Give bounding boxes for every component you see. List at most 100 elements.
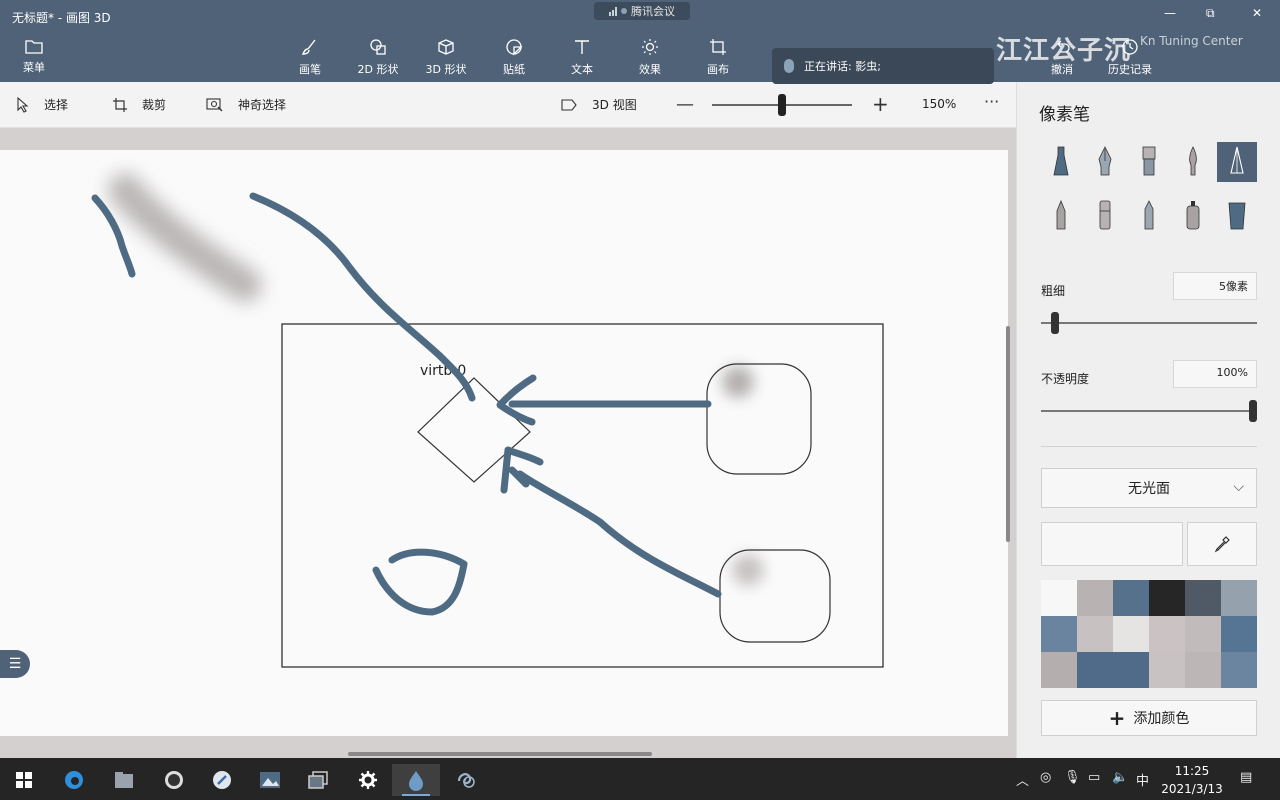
- tray-mic-icon[interactable]: 🎙: [1064, 770, 1081, 785]
- magic-select-button[interactable]: 神奇选择: [206, 96, 286, 113]
- 3d-view-button[interactable]: 3D 视图: [560, 96, 637, 113]
- arrow-shaft: [516, 470, 722, 598]
- taskbar-photos[interactable]: [246, 764, 294, 796]
- palette-swatch[interactable]: [1113, 652, 1149, 688]
- status-dot-icon: [621, 8, 627, 14]
- meeting-indicator[interactable]: 腾讯会议: [594, 2, 690, 20]
- close-icon[interactable]: ✕: [1252, 6, 1262, 20]
- palette-swatch[interactable]: [1077, 652, 1113, 688]
- more-options-button[interactable]: ···: [984, 92, 999, 111]
- paint3d-icon: [409, 771, 423, 791]
- calligraphy-pen-brush[interactable]: [1085, 142, 1125, 182]
- canvas-icon: [710, 39, 726, 55]
- crop-icon: [113, 97, 127, 112]
- start-button[interactable]: [0, 764, 48, 796]
- palette-swatch[interactable]: [1149, 652, 1185, 688]
- oil-brush[interactable]: [1129, 142, 1169, 182]
- opacity-slider[interactable]: [1041, 410, 1257, 412]
- workspace: virtb-0: [0, 128, 1016, 758]
- current-color-swatch[interactable]: [1041, 522, 1183, 566]
- canvas-tool[interactable]: 画布: [689, 38, 747, 77]
- taskbar-obs[interactable]: [150, 764, 198, 796]
- spray-can-brush[interactable]: [1173, 196, 1213, 236]
- eraser-brush[interactable]: [1085, 196, 1125, 236]
- palette-swatch[interactable]: [1221, 616, 1257, 652]
- eyedropper-icon: [1214, 536, 1230, 553]
- eraser-icon: [1099, 200, 1111, 230]
- network-icon[interactable]: ▭: [1088, 770, 1100, 785]
- palette-swatch[interactable]: [1149, 580, 1185, 616]
- text-tool[interactable]: 文本: [553, 38, 611, 77]
- vertical-scrollbar[interactable]: [1006, 326, 1010, 542]
- palette-swatch[interactable]: [1221, 652, 1257, 688]
- 2d-shapes-tool[interactable]: 2D 形状: [349, 38, 407, 77]
- watercolor-icon: [1189, 146, 1197, 176]
- 3d-shapes-tool[interactable]: 3D 形状: [417, 38, 475, 77]
- palette-swatch[interactable]: [1077, 580, 1113, 616]
- crop-button[interactable]: 裁剪: [112, 96, 166, 113]
- marker-brush[interactable]: [1041, 142, 1081, 182]
- tray-meeting-icon[interactable]: ◎: [1040, 770, 1051, 785]
- opacity-slider-thumb[interactable]: [1249, 400, 1257, 422]
- volume-icon[interactable]: 🔈: [1112, 770, 1128, 785]
- clock-date[interactable]: 2021/3/13: [1160, 782, 1224, 796]
- palette-swatch[interactable]: [1077, 616, 1113, 652]
- taskbar-settings[interactable]: [344, 764, 392, 796]
- menu-button[interactable]: 菜单: [12, 38, 56, 75]
- taskbar-files[interactable]: [100, 764, 148, 796]
- zoom-in-button[interactable]: +: [872, 92, 889, 116]
- notification-icon[interactable]: ▤: [1240, 770, 1252, 785]
- minimize-icon[interactable]: —: [1164, 6, 1176, 20]
- add-color-button[interactable]: + 添加颜色: [1041, 700, 1257, 736]
- drawing-canvas[interactable]: virtb-0: [0, 150, 1008, 736]
- color-palette: [1041, 580, 1257, 688]
- pixel-pen-brush[interactable]: [1217, 142, 1257, 182]
- taskbar-tencent-meeting[interactable]: [442, 764, 490, 796]
- palette-swatch[interactable]: [1113, 580, 1149, 616]
- zoom-level: 150%: [922, 97, 957, 111]
- clock-time[interactable]: 11:25: [1170, 764, 1214, 778]
- taskbar-paint3d[interactable]: [392, 764, 440, 796]
- opacity-input[interactable]: 100%: [1173, 360, 1257, 388]
- zoom-out-button[interactable]: —: [676, 94, 694, 115]
- horizontal-scrollbar[interactable]: [348, 752, 652, 756]
- palette-swatch[interactable]: [1185, 652, 1221, 688]
- select-button[interactable]: 选择: [16, 96, 68, 113]
- palette-swatch[interactable]: [1041, 580, 1077, 616]
- crayon-brush[interactable]: [1129, 196, 1169, 236]
- palette-swatch[interactable]: [1149, 616, 1185, 652]
- zoom-slider-thumb[interactable]: [778, 94, 786, 116]
- effects-tool[interactable]: 效果: [621, 38, 679, 77]
- palette-swatch[interactable]: [1221, 580, 1257, 616]
- palette-swatch[interactable]: [1041, 652, 1077, 688]
- taskbar-window-switcher[interactable]: [294, 764, 342, 796]
- brushes-tool[interactable]: 画笔: [281, 38, 339, 77]
- collapse-panel-button[interactable]: ☰: [0, 650, 30, 678]
- thickness-input[interactable]: 5像素: [1173, 272, 1257, 300]
- palette-swatch[interactable]: [1185, 580, 1221, 616]
- watercolor-brush[interactable]: [1173, 142, 1213, 182]
- thickness-slider[interactable]: [1041, 322, 1257, 324]
- taskbar-edge[interactable]: [50, 764, 98, 796]
- palette-swatch[interactable]: [1113, 616, 1149, 652]
- palette-swatch[interactable]: [1041, 616, 1077, 652]
- stickers-tool[interactable]: 贴纸: [485, 38, 543, 77]
- eyedropper-button[interactable]: [1187, 522, 1257, 566]
- brushes-label: 画笔: [299, 63, 321, 76]
- edge-icon: [65, 771, 83, 789]
- gear-icon: [359, 771, 377, 789]
- ime-indicator[interactable]: 中: [1136, 770, 1149, 789]
- restore-icon[interactable]: ⧉: [1206, 6, 1215, 21]
- palette-swatch[interactable]: [1185, 616, 1221, 652]
- fill-bucket-brush[interactable]: [1217, 196, 1257, 236]
- canvas-label: 画布: [707, 63, 729, 76]
- thickness-slider-thumb[interactable]: [1051, 312, 1060, 334]
- airbrush-dot: [722, 366, 754, 398]
- tray-expand-icon[interactable]: ︿: [1016, 770, 1029, 789]
- pen-stroke: [372, 548, 468, 616]
- folder-icon: [25, 40, 43, 54]
- pencil-brush[interactable]: [1041, 196, 1081, 236]
- taskbar-pen-app[interactable]: [198, 764, 246, 796]
- finish-dropdown[interactable]: 无光面 ⌵: [1041, 468, 1257, 508]
- 3d-view-label: 3D 视图: [592, 98, 637, 112]
